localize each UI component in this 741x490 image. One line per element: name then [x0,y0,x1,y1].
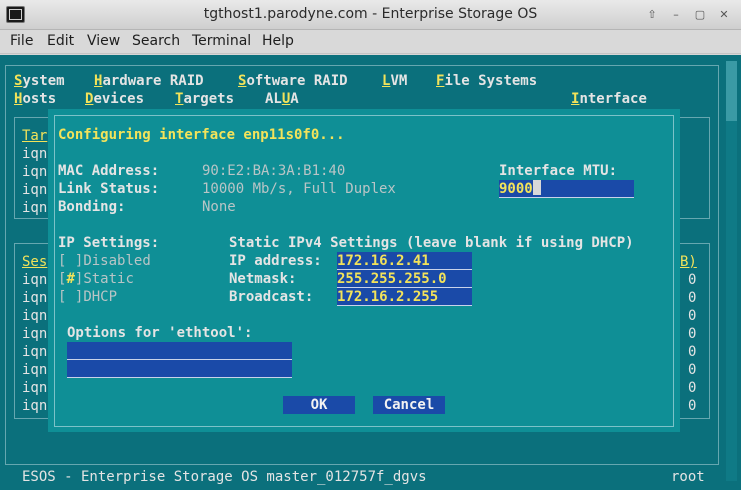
targets-row: iqn [22,200,48,216]
sessions-row-value: 0 [688,272,697,288]
sessions-row: iqn [22,308,48,324]
radio-disabled[interactable]: [ ]Disabled [58,252,151,270]
menu-edit[interactable]: Edit [47,33,74,49]
menu-help[interactable]: Help [262,33,294,49]
targets-row: iqn [22,164,48,180]
mtu-label: Interface MTU: [499,163,618,179]
netmask-input[interactable]: 255.255.255.0 [337,270,472,288]
scrollbar-thumb[interactable] [726,61,737,121]
bonding-value: None [202,199,236,215]
menu-search[interactable]: Search [132,33,180,49]
menu-terminal[interactable]: Terminal [192,33,251,49]
window-title: tgthost1.parodyne.com - Enterprise Stora… [203,6,538,22]
menu-view[interactable]: View [87,33,120,49]
radio-static[interactable]: [#]Static [58,270,134,288]
dialog-title: Configuring interface enp11s0f0... [58,127,345,143]
menu-hosts[interactable]: Hosts [14,90,56,108]
broadcast-input[interactable]: 172.16.2.255 [337,288,472,306]
text-cursor [532,180,541,195]
status-user: root [671,469,705,485]
sessions-row: iqn [22,398,48,414]
mac-label: MAC Address: [58,163,160,179]
sessions-row: iqn [22,362,48,378]
menu-software-raid[interactable]: Software RAID [238,72,348,90]
minimize-icon[interactable]: – [667,7,685,23]
sessions-row-value: 0 [688,344,697,360]
sessions-row-value: 0 [688,380,697,396]
terminal-area[interactable]: System Hardware RAID Software RAID LVM F… [0,55,741,490]
sessions-row-value: 0 [688,398,697,414]
sessions-row: iqn [22,380,48,396]
sessions-row: iqn [22,272,48,288]
sessions-header-right: B) [680,254,697,270]
ip-address-label: IP address: [229,253,322,269]
sessions-row-value: 0 [688,290,697,306]
scrollbar-track[interactable] [726,61,737,481]
sessions-row: iqn [22,326,48,342]
bonding-label: Bonding: [58,199,126,215]
maximize-icon[interactable]: ▢ [691,7,709,23]
sessions-row-value: 0 [688,308,697,324]
cancel-button[interactable]: Cancel [373,396,445,414]
menubar: File Edit View Search Terminal Help [0,30,741,54]
ip-settings-label: IP Settings: [58,235,160,251]
menu-lvm[interactable]: LVM [382,72,407,90]
sessions-row: iqn [22,290,48,306]
netmask-label: Netmask: [229,271,297,287]
broadcast-label: Broadcast: [229,289,314,305]
link-status-value: 10000 Mb/s, Full Duplex [202,181,396,197]
menu-hardware-raid[interactable]: Hardware RAID [94,72,204,90]
ip-address-input[interactable]: 172.16.2.41 [337,252,472,270]
window-up-icon[interactable]: ⇧ [643,7,661,23]
targets-header: Tar [22,128,48,144]
mac-value: 90:E2:BA:3A:B1:40 [202,163,346,179]
targets-row: iqn [22,146,48,162]
mtu-input[interactable]: 9000 [499,180,634,198]
link-status-label: Link Status: [58,181,160,197]
menu-devices[interactable]: Devices [85,90,144,108]
targets-row: iqn [22,182,48,198]
sessions-row-value: 0 [688,362,697,378]
menu-interface[interactable]: Interface [571,90,647,108]
menu-system[interactable]: System [14,72,65,90]
close-icon[interactable]: ✕ [715,7,733,23]
window-titlebar: tgthost1.parodyne.com - Enterprise Stora… [0,0,741,30]
ethtool-input-2[interactable] [67,360,292,378]
menu-alua[interactable]: ALUA [265,90,299,108]
menu-targets[interactable]: Targets [175,90,234,108]
sessions-header: Ses [22,254,48,270]
ethtool-input-1[interactable] [67,342,292,360]
ethtool-label: Options for 'ethtool': [67,325,253,341]
static-settings-label: Static IPv4 Settings (leave blank if usi… [229,235,634,251]
menu-file[interactable]: File [10,33,33,49]
menu-file-systems[interactable]: File Systems [436,72,537,90]
status-left: ESOS - Enterprise Storage OS master_0127… [22,469,427,485]
sessions-row-value: 0 [688,326,697,342]
sessions-row: iqn [22,344,48,360]
radio-dhcp[interactable]: [ ]DHCP [58,288,117,306]
ok-button[interactable]: OK [283,396,355,414]
